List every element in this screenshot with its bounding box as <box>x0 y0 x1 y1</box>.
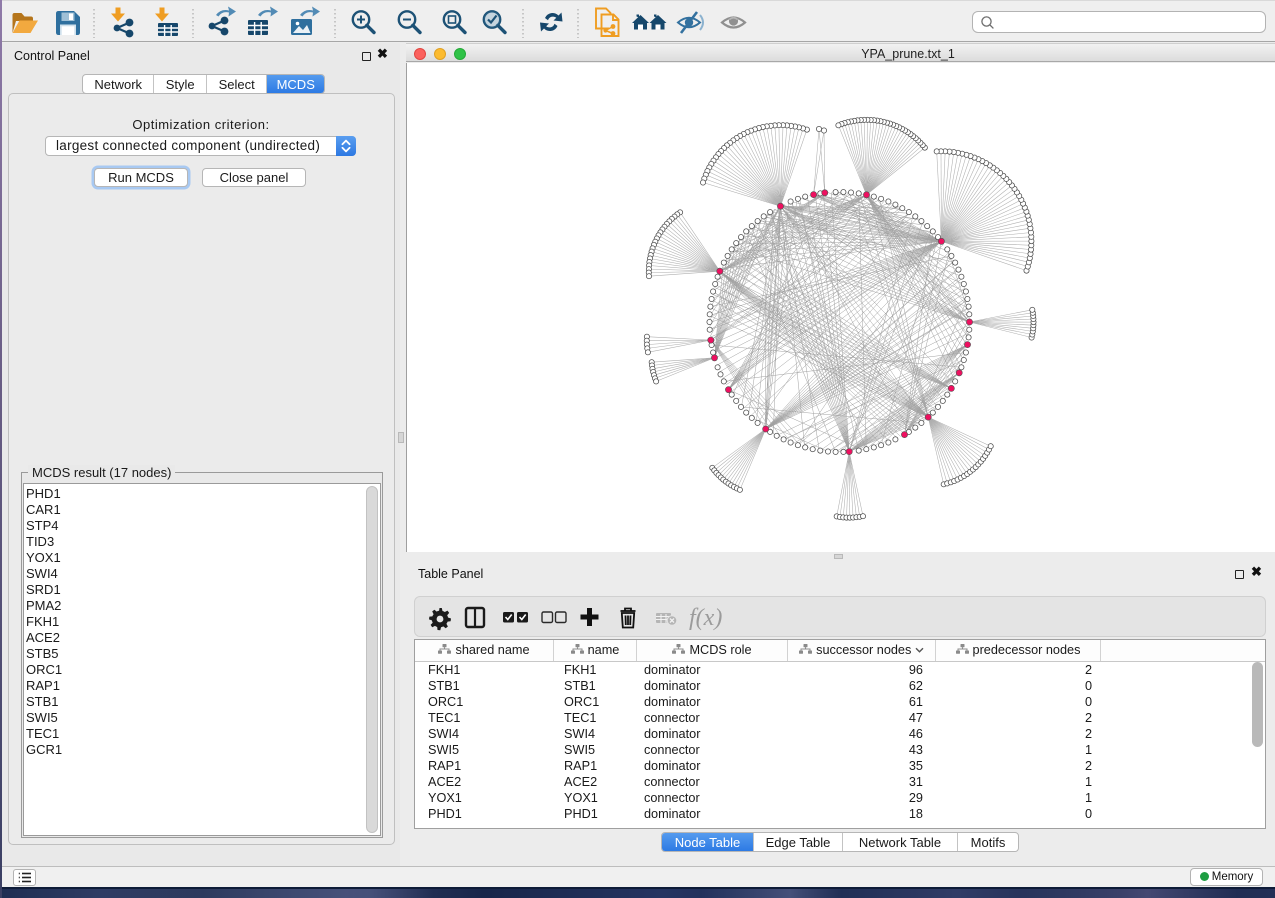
svg-text:f(x): f(x) <box>689 605 722 631</box>
